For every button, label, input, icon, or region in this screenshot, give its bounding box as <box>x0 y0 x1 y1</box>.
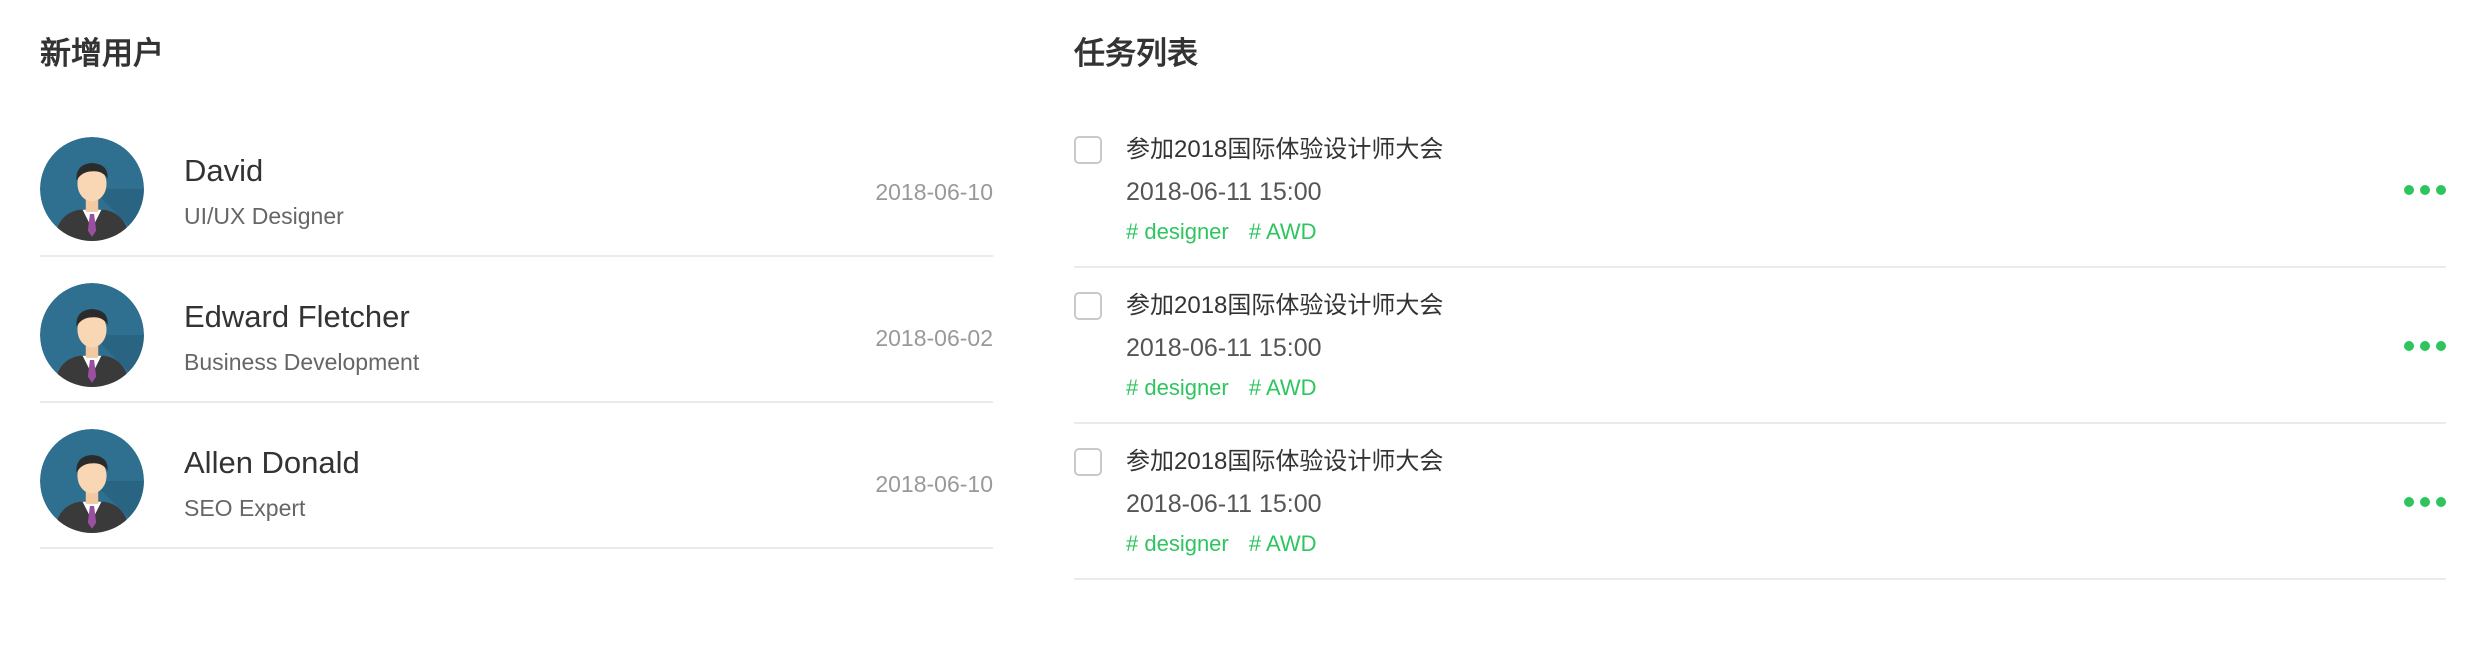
user-avatar-icon[interactable] <box>40 137 144 241</box>
task-tags: # designer # AWD <box>1126 530 1331 558</box>
task-tag[interactable]: # AWD <box>1249 531 1317 556</box>
task-item: 参加2018国际体验设计师大会 2018-06-11 15:00 # desig… <box>1074 112 2446 268</box>
task-tag[interactable]: # AWD <box>1249 375 1317 400</box>
user-row[interactable]: Allen Donald SEO Expert 2018-06-10 <box>40 403 993 549</box>
task-checkbox[interactable] <box>1074 448 1102 476</box>
task-tag[interactable]: # designer <box>1126 375 1229 400</box>
task-time: 2018-06-11 15:00 <box>1126 490 1322 518</box>
user-name[interactable]: David <box>184 151 263 191</box>
user-row[interactable]: David UI/UX Designer 2018-06-10 <box>40 111 993 257</box>
task-tag[interactable]: # designer <box>1126 531 1229 556</box>
more-dots-icon[interactable] <box>2404 338 2446 354</box>
user-name[interactable]: Edward Fletcher <box>184 297 410 337</box>
task-tag[interactable]: # AWD <box>1249 219 1317 244</box>
user-date: 2018-06-10 <box>875 179 993 205</box>
task-time: 2018-06-11 15:00 <box>1126 334 1322 362</box>
task-item: 参加2018国际体验设计师大会 2018-06-11 15:00 # desig… <box>1074 424 2446 580</box>
user-row[interactable]: Edward Fletcher Business Development 201… <box>40 257 993 403</box>
task-list-title: 任务列表 <box>1074 36 1198 71</box>
user-role: SEO Expert <box>184 495 306 521</box>
task-checkbox[interactable] <box>1074 136 1102 164</box>
task-title[interactable]: 参加2018国际体验设计师大会 <box>1126 446 1443 478</box>
user-role: UI/UX Designer <box>184 203 344 229</box>
user-date: 2018-06-10 <box>875 471 993 497</box>
task-checkbox[interactable] <box>1074 292 1102 320</box>
task-tag[interactable]: # designer <box>1126 219 1229 244</box>
task-tags: # designer # AWD <box>1126 218 1331 246</box>
task-tags: # designer # AWD <box>1126 374 1331 402</box>
user-role: Business Development <box>184 349 420 375</box>
task-title[interactable]: 参加2018国际体验设计师大会 <box>1126 134 1443 166</box>
task-item: 参加2018国际体验设计师大会 2018-06-11 15:00 # desig… <box>1074 268 2446 424</box>
more-dots-icon[interactable] <box>2404 494 2446 510</box>
user-date: 2018-06-02 <box>875 325 993 351</box>
task-title[interactable]: 参加2018国际体验设计师大会 <box>1126 290 1443 322</box>
new-users-title: 新增用户 <box>40 36 164 71</box>
more-dots-icon[interactable] <box>2404 182 2446 198</box>
user-name[interactable]: Allen Donald <box>184 443 360 483</box>
task-time: 2018-06-11 15:00 <box>1126 178 1322 206</box>
user-avatar-icon[interactable] <box>40 283 144 387</box>
user-avatar-icon[interactable] <box>40 429 144 533</box>
